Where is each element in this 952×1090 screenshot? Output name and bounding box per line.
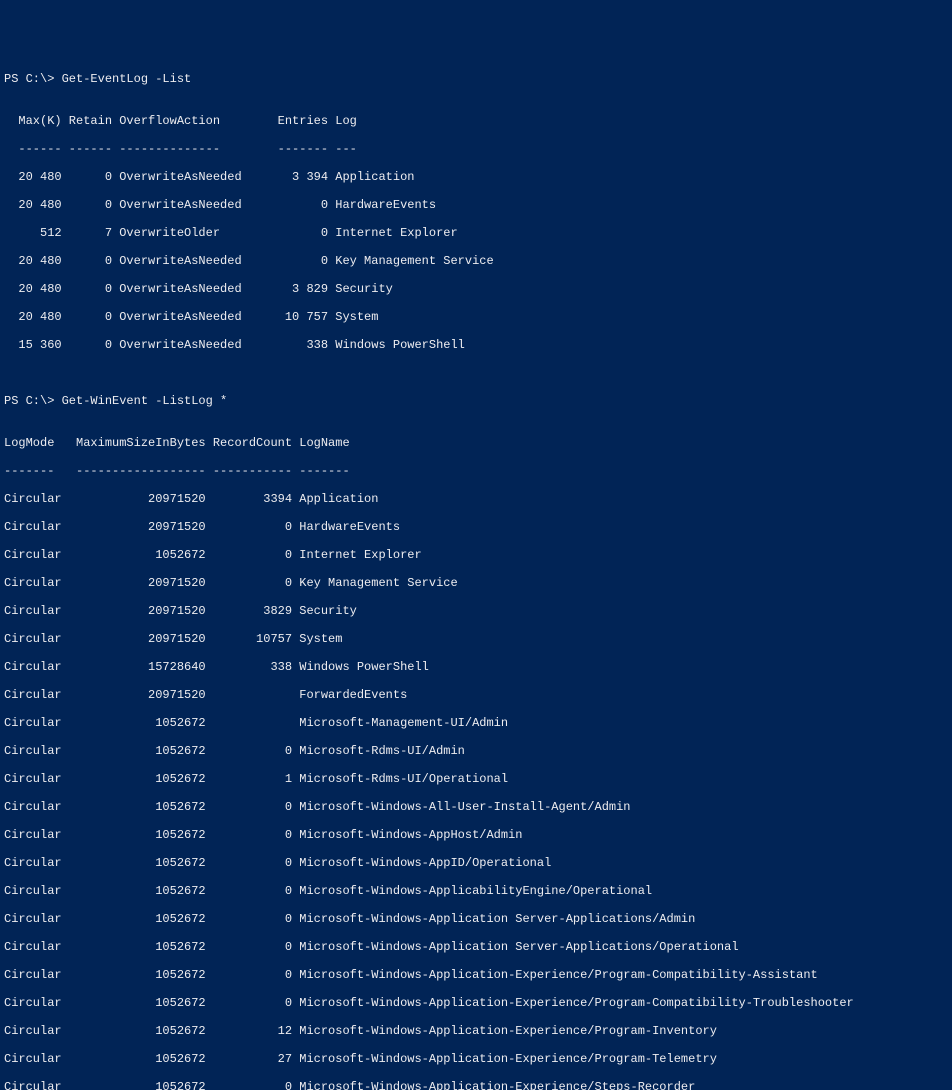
eventlog-row: 512 7 OverwriteOlder 0 Internet Explorer	[4, 226, 948, 240]
winevent-row: Circular 20971520 3394 Application	[4, 492, 948, 506]
winevent-row: Circular 1052672 0 Internet Explorer	[4, 548, 948, 562]
winevent-row: Circular 1052672 1 Microsoft-Rdms-UI/Ope…	[4, 772, 948, 786]
eventlog-row: 20 480 0 OverwriteAsNeeded 10 757 System	[4, 310, 948, 324]
eventlog-row: 20 480 0 OverwriteAsNeeded 3 394 Applica…	[4, 170, 948, 184]
winevent-row: Circular 1052672 0 Microsoft-Windows-App…	[4, 884, 948, 898]
winevent-row: Circular 1052672 0 Microsoft-Windows-App…	[4, 996, 948, 1010]
eventlog-header-l1: Max(K) Retain OverflowAction Entries Log	[4, 114, 948, 128]
winevent-row: Circular 20971520 0 HardwareEvents	[4, 520, 948, 534]
winevent-header-l1: LogMode MaximumSizeInBytes RecordCount L…	[4, 436, 948, 450]
winevent-row: Circular 1052672 0 Microsoft-Windows-App…	[4, 968, 948, 982]
winevent-row: Circular 1052672 0 Microsoft-Rdms-UI/Adm…	[4, 744, 948, 758]
winevent-row: Circular 1052672 0 Microsoft-Windows-App…	[4, 856, 948, 870]
eventlog-row: 20 480 0 OverwriteAsNeeded 0 HardwareEve…	[4, 198, 948, 212]
winevent-row: Circular 1052672 0 Microsoft-Windows-App…	[4, 912, 948, 926]
winevent-row: Circular 1052672 0 Microsoft-Windows-App…	[4, 940, 948, 954]
winevent-row: Circular 20971520 3829 Security	[4, 604, 948, 618]
winevent-row: Circular 1052672 0 Microsoft-Windows-App…	[4, 1080, 948, 1090]
eventlog-row: 20 480 0 OverwriteAsNeeded 0 Key Managem…	[4, 254, 948, 268]
winevent-row: Circular 1052672 27 Microsoft-Windows-Ap…	[4, 1052, 948, 1066]
winevent-header-l2: ------- ------------------ ----------- -…	[4, 464, 948, 478]
winevent-row: Circular 15728640 338 Windows PowerShell	[4, 660, 948, 674]
winevent-row: Circular 1052672 0 Microsoft-Windows-All…	[4, 800, 948, 814]
winevent-row: Circular 1052672 0 Microsoft-Windows-App…	[4, 828, 948, 842]
winevent-row: Circular 20971520 10757 System	[4, 632, 948, 646]
eventlog-row: 20 480 0 OverwriteAsNeeded 3 829 Securit…	[4, 282, 948, 296]
winevent-row: Circular 1052672 12 Microsoft-Windows-Ap…	[4, 1024, 948, 1038]
eventlog-header-l2: ------ ------ -------------- ------- ---	[4, 142, 948, 156]
powershell-terminal[interactable]: PS C:\> Get-EventLog -List Max(K) Retain…	[0, 56, 952, 1090]
winevent-row: Circular 1052672 Microsoft-Management-UI…	[4, 716, 948, 730]
command-prompt-2: PS C:\> Get-WinEvent -ListLog *	[4, 394, 948, 408]
command-prompt-1: PS C:\> Get-EventLog -List	[4, 72, 948, 86]
eventlog-row: 15 360 0 OverwriteAsNeeded 338 Windows P…	[4, 338, 948, 352]
winevent-row: Circular 20971520 0 Key Management Servi…	[4, 576, 948, 590]
winevent-row: Circular 20971520 ForwardedEvents	[4, 688, 948, 702]
